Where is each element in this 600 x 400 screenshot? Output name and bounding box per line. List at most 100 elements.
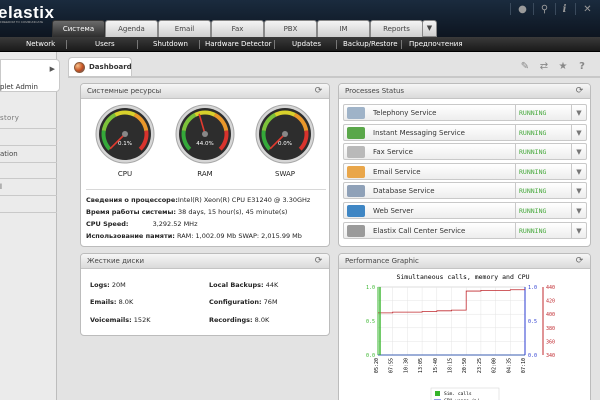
subnav-divider <box>199 40 200 49</box>
subnav-preferences[interactable]: Предпочтения <box>409 37 463 52</box>
info-row-memory: Использование памяти: RAM: 1,002.09 Mb S… <box>86 232 302 240</box>
tab-pbx[interactable]: PBX <box>264 20 317 37</box>
drive-recordings: Recordings: 8.0K <box>209 316 270 324</box>
sidebar-divider <box>0 212 57 213</box>
processes-status-panel: Processes Status ⟳ Telephony Service RUNN… <box>338 83 591 247</box>
process-name: Email Service <box>373 167 421 176</box>
chevron-down-icon[interactable]: ▼ <box>571 105 586 121</box>
gauge-hub <box>122 131 128 137</box>
info-icon[interactable]: i <box>557 2 572 17</box>
x-tick-label: 10:30 <box>403 358 409 373</box>
subnav-hardware-detector[interactable]: Hardware Detector <box>205 37 272 52</box>
chevron-down-icon[interactable]: ▼ <box>571 163 586 180</box>
process-name: Instant Messaging Service <box>373 128 465 137</box>
status-badge: RUNNING <box>515 183 571 200</box>
right-tick-label-secondary: 420 <box>546 299 555 305</box>
subnav-updates[interactable]: Updates <box>292 37 321 52</box>
chevron-down-icon[interactable]: ▼ <box>571 183 586 200</box>
x-tick-label: 02:00 <box>492 358 498 373</box>
refresh-icon[interactable]: ⟳ <box>313 86 324 97</box>
status-badge: RUNNING <box>515 144 571 161</box>
process-row[interactable]: Instant Messaging Service RUNNING ▼ <box>343 123 587 141</box>
applet-admin-label[interactable]: plet Admin <box>0 83 38 91</box>
x-tick-label: 15:40 <box>433 358 439 373</box>
chevron-down-icon[interactable]: ▼ <box>571 124 586 141</box>
process-row[interactable]: Fax Service RUNNING ▼ <box>343 143 587 161</box>
chevron-down-icon[interactable]: ▼ <box>571 203 586 219</box>
tools-icon[interactable]: ✕ <box>580 2 595 17</box>
subnav-backup-restore[interactable]: Backup/Restore <box>343 37 398 52</box>
panel-title: Системные ресурсы <box>87 87 162 95</box>
sidebar-history-label: story <box>0 114 20 122</box>
process-name: Telephony Service <box>373 109 437 117</box>
info-row-cpu-speed: CPU Speed: 3,292.52 MHz <box>86 220 198 228</box>
subnav-users[interactable]: Users <box>95 37 115 52</box>
subnav-divider <box>66 40 67 49</box>
refresh-icon[interactable]: ⟳ <box>574 256 585 267</box>
star-icon[interactable]: ★ <box>556 60 570 74</box>
tab-reports[interactable]: Reports <box>370 20 423 37</box>
status-badge: RUNNING <box>515 105 571 121</box>
header-divider <box>575 3 576 15</box>
status-badge: RUNNING <box>515 163 571 180</box>
info-row-uptime: Время работы системы: 38 days, 15 hour(s… <box>86 208 288 216</box>
process-name: Database Service <box>373 187 435 196</box>
gauge-value: 44.0% <box>196 141 213 147</box>
user-icon[interactable]: ● <box>515 2 530 17</box>
dashboard-icon <box>74 62 85 73</box>
right-tick-label-secondary: 400 <box>546 312 555 318</box>
x-tick-label: 05:20 <box>374 358 380 373</box>
right-tick-label: 1.0 <box>528 285 537 291</box>
subnav-shutdown[interactable]: Shutdown <box>153 37 188 52</box>
refresh-icon[interactable]: ⟳ <box>313 256 324 267</box>
subnav-divider <box>401 40 402 49</box>
process-row[interactable]: Web Server RUNNING ▼ <box>343 202 587 219</box>
search-icon[interactable]: ⚲ <box>537 2 552 17</box>
drive-logs: Logs: 20M <box>90 281 126 289</box>
elastix-logo[interactable]: elastix FREEDOM TO COMMUNICATE <box>0 3 54 24</box>
process-row[interactable]: Telephony Service RUNNING ▼ <box>343 104 587 121</box>
right-tick-label-secondary: 440 <box>546 285 555 291</box>
tab-system[interactable]: Система <box>52 20 105 37</box>
phone-icon <box>347 107 365 119</box>
right-tick-label: 0.5 <box>528 319 537 325</box>
layout-icon[interactable]: ⇄ <box>537 60 551 74</box>
process-row[interactable]: Email Service RUNNING ▼ <box>343 162 587 180</box>
x-tick-label: 18:15 <box>448 358 454 373</box>
system-resources-panel: Системные ресурсы ⟳ 0.1% 44.0% 0.0% CPU … <box>80 83 330 247</box>
applet-admin-card[interactable]: ▶ plet Admin <box>0 59 60 92</box>
chevron-down-icon[interactable]: ▼ <box>571 222 586 239</box>
x-tick-label: 07:10 <box>521 358 527 373</box>
chevron-down-icon[interactable]: ▼ <box>422 20 437 37</box>
subnav-network[interactable]: Network <box>26 37 55 52</box>
sidebar-divider <box>0 162 57 163</box>
legend-swatch <box>435 391 440 396</box>
tab-dashboard[interactable]: Dashboard <box>68 57 132 77</box>
tab-email[interactable]: Email <box>158 20 211 37</box>
sidebar-item[interactable]: ation <box>0 150 18 158</box>
right-tick-label: 0.0 <box>528 353 537 359</box>
chevron-down-icon[interactable]: ▼ <box>571 144 586 161</box>
globe-icon <box>347 205 365 217</box>
performance-graphic-panel: Performance Graphic ⟳ Simultaneous calls… <box>338 253 591 400</box>
sidebar-divider <box>0 195 57 196</box>
gauge-value: 0.1% <box>118 141 132 147</box>
top-header: elastix FREEDOM TO COMMUNICATE Система Ag… <box>0 0 600 37</box>
help-icon[interactable]: ? <box>575 60 589 74</box>
tab-agenda[interactable]: Agenda <box>105 20 158 37</box>
swap-gauge: 0.0% <box>255 104 315 164</box>
performance-graphic-header: Performance Graphic ⟳ <box>339 254 590 269</box>
tab-fax[interactable]: Fax <box>211 20 264 37</box>
process-row[interactable]: Elastix Call Center Service RUNNING ▼ <box>343 221 587 239</box>
arrow-right-icon[interactable]: ▶ <box>50 65 55 73</box>
refresh-icon[interactable]: ⟳ <box>574 86 585 97</box>
tab-im[interactable]: IM <box>317 20 370 37</box>
gauge-hub <box>202 131 208 137</box>
right-tick-label-secondary: 360 <box>546 339 555 345</box>
x-tick-label: 07:55 <box>389 358 395 373</box>
process-row[interactable]: Database Service RUNNING ▼ <box>343 182 587 200</box>
hard-drives-header: Жесткие диски ⟳ <box>81 254 329 269</box>
sidebar-item[interactable]: l <box>0 183 2 191</box>
edit-icon[interactable]: ✎ <box>518 60 532 74</box>
divider <box>86 189 326 190</box>
